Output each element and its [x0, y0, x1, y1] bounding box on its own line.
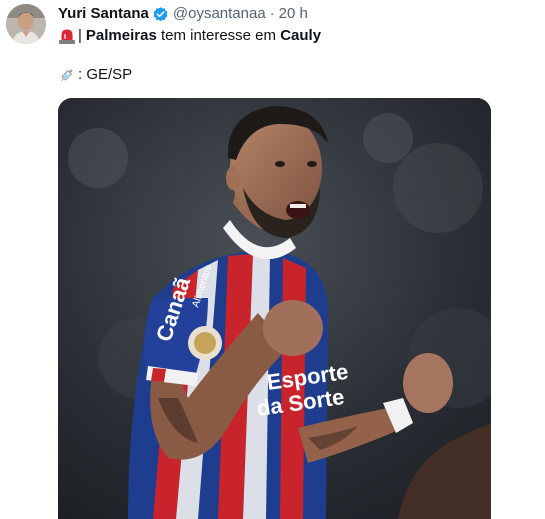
author-handle[interactable]: @oysantanaa — [173, 4, 266, 24]
syringe-icon — [58, 66, 76, 84]
pipe-separator: | — [78, 27, 82, 44]
avatar[interactable] — [6, 4, 46, 44]
source-text: : GE/SP — [78, 66, 133, 83]
rotating-light-icon — [58, 27, 76, 45]
tweet-media-photo[interactable]: Canaã Alimentos Esporte da Sorte — [58, 98, 491, 519]
interest-text: tem interesse em — [156, 27, 281, 44]
palmeiras-text: Palmeiras — [85, 27, 157, 44]
tweet-card[interactable]: Yuri Santana @oysantanaa · 20 h | Palmei… — [0, 0, 545, 519]
tweet-text-line-2: : GE/SP — [58, 65, 132, 85]
tweet-text-line-1: | Palmeiras tem interesse em Cauly — [58, 26, 321, 46]
verified-badge-icon — [152, 6, 169, 23]
author-display-name[interactable]: Yuri Santana — [58, 4, 149, 24]
tweet-header: Yuri Santana @oysantanaa · 20 h — [58, 4, 308, 24]
cauly-text: Cauly — [280, 27, 322, 44]
separator-dot: · — [269, 5, 275, 22]
tweet-timestamp[interactable]: 20 h — [279, 4, 308, 24]
